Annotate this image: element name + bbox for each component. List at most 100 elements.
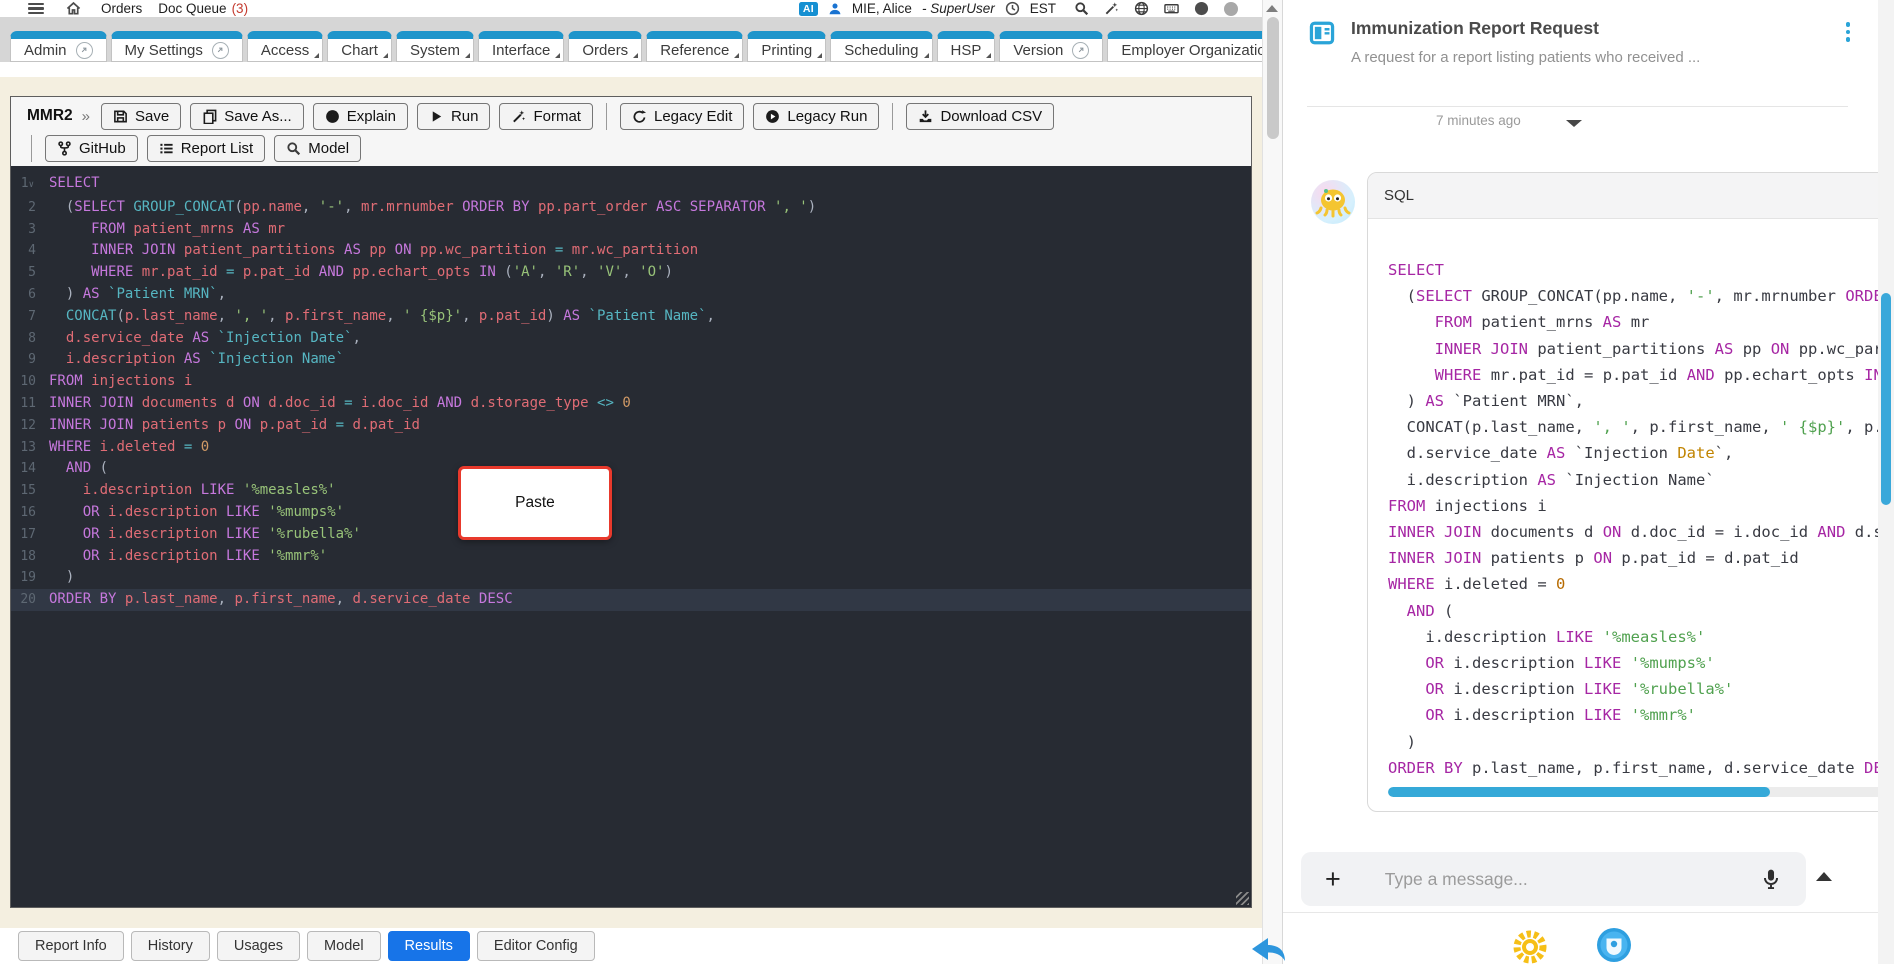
editor-line[interactable]: 7 CONCAT(p.last_name, ', ', p.first_name… — [11, 306, 1251, 328]
chat-code-line: WHERE i.deleted = 0 — [1388, 575, 1566, 594]
editor-line[interactable]: 6 ) AS `Patient MRN`, — [11, 284, 1251, 306]
bottom-tab-history[interactable]: History — [130, 931, 210, 961]
nav-tab-printing[interactable]: Printing — [747, 31, 827, 62]
editor-line[interactable]: 1∨ SELECT — [11, 173, 1251, 197]
editor-line[interactable]: 20 ORDER BY p.last_name, p.first_name, d.… — [11, 589, 1251, 611]
editor-line[interactable]: 4 INNER JOIN patient_partitions AS pp ON… — [11, 240, 1251, 262]
nav-tab-chart[interactable]: Chart — [327, 31, 392, 62]
nav-tab-admin[interactable]: Admin — [10, 31, 107, 62]
nav-tab-label: HSP — [950, 41, 982, 59]
left-pane-scrollbar[interactable] — [1262, 0, 1282, 964]
tab-dropdown-corner-icon — [633, 53, 639, 58]
user-avatar-circle[interactable] — [1224, 1, 1238, 16]
bottom-tab-model[interactable]: Model — [307, 931, 381, 961]
scrollbar-thumb[interactable] — [1266, 17, 1279, 139]
chat-code-line: ) — [1388, 732, 1416, 751]
paste-annotation-button[interactable]: Paste — [458, 466, 612, 540]
breadcrumb-orders[interactable]: Orders — [101, 1, 142, 16]
format-button[interactable]: Format — [499, 102, 593, 130]
bottom-tab-results[interactable]: Results — [387, 931, 470, 961]
external-link-icon[interactable] — [1072, 41, 1090, 59]
editor-line[interactable]: 3 FROM patient_mrns AS mr — [11, 219, 1251, 241]
chat-code-line: i.description LIKE '%measles%' — [1425, 627, 1706, 646]
user-icon — [828, 2, 842, 16]
timestamp-dropdown-icon[interactable] — [1566, 120, 1582, 127]
editor-line[interactable]: 13 WHERE i.deleted = 0 — [11, 437, 1251, 459]
editor-line[interactable]: 15 i.description LIKE '%measles%' — [11, 480, 1251, 502]
model-button[interactable]: Model — [274, 134, 362, 162]
nav-tab-orders[interactable]: Orders — [568, 31, 643, 62]
kebab-menu-icon[interactable] — [1845, 22, 1850, 66]
editor-line[interactable]: 10 FROM injections i — [11, 371, 1251, 393]
editor-line[interactable]: 9 i.description AS `Injection Name` — [11, 349, 1251, 371]
ai-badge[interactable]: AI — [798, 1, 818, 16]
nav-tab-reference[interactable]: Reference — [646, 31, 744, 62]
editor-line[interactable]: 11 INNER JOIN documents d ON d.doc_id = i… — [11, 393, 1251, 415]
nav-tab-system[interactable]: System — [395, 31, 474, 62]
collapse-input-icon[interactable] — [1816, 872, 1832, 881]
editor-line[interactable]: 2 (SELECT GROUP_CONCAT(pp.name, '-', mr.… — [11, 197, 1251, 219]
github-button[interactable]: GitHub — [45, 134, 138, 162]
bottom-tab-report-info[interactable]: Report Info — [18, 931, 124, 961]
scrollbar-up-arrow-icon[interactable] — [1266, 5, 1278, 12]
legacy-run-button[interactable]: Legacy Run — [753, 102, 880, 130]
editor-line[interactable]: 8 d.service_date AS `Injection Date`, — [11, 328, 1251, 350]
editor-line[interactable]: 14 AND ( — [11, 458, 1251, 480]
report-editor-container: MMR2 » Save Save As... i Explain Run Format Le… — [10, 96, 1252, 908]
help-icon[interactable]: ? — [1194, 1, 1209, 16]
keyboard-icon[interactable] — [1164, 1, 1179, 16]
wand-icon[interactable] — [1104, 1, 1119, 16]
bot-avatar — [1311, 180, 1355, 224]
back-arrow-icon[interactable] — [1248, 936, 1292, 964]
globe-icon[interactable] — [1134, 1, 1149, 16]
assistant-logo-icon[interactable] — [1595, 926, 1633, 964]
chat-side-panel: Immunization Report Request A request fo… — [1282, 0, 1894, 964]
nav-tab-employer-organizations[interactable]: Employer Organizations — [1107, 31, 1262, 62]
report-name-chevron[interactable]: » — [82, 108, 90, 125]
sun-gear-logo-icon[interactable] — [1511, 928, 1549, 964]
window-scrollbar-thumb[interactable] — [1881, 293, 1891, 505]
fold-chevron-icon[interactable]: ∨ — [29, 180, 34, 190]
message-input[interactable]: + Type a message... — [1301, 852, 1806, 906]
editor-line[interactable]: 18 OR i.description LIKE '%mmr%' — [11, 546, 1251, 568]
legacy-edit-button[interactable]: Legacy Edit — [619, 102, 745, 130]
attach-plus-button[interactable]: + — [1325, 865, 1341, 893]
line-number: 14 — [20, 461, 36, 477]
editor-resize-handle[interactable] — [1236, 892, 1249, 905]
bottom-tab-editor-config[interactable]: Editor Config — [476, 931, 595, 961]
microphone-icon[interactable] — [1760, 868, 1782, 890]
nav-tab-hsp[interactable]: HSP — [936, 31, 996, 62]
hamburger-menu-icon[interactable] — [28, 2, 44, 15]
save-button[interactable]: Save — [100, 102, 182, 130]
explain-button[interactable]: i Explain — [312, 102, 408, 130]
button-label: Legacy Run — [787, 107, 868, 125]
external-link-icon[interactable] — [75, 41, 93, 59]
nav-tab-access[interactable]: Access — [246, 31, 324, 62]
editor-line[interactable]: 19 ) — [11, 567, 1251, 589]
run-button[interactable]: Run — [416, 102, 491, 130]
nav-tab-interface[interactable]: Interface — [477, 31, 565, 62]
home-icon[interactable] — [66, 1, 81, 16]
breadcrumb-doc-queue[interactable]: Doc Queue — [158, 1, 226, 16]
nav-tab-my-settings[interactable]: My Settings — [110, 31, 243, 62]
editor-line[interactable]: 5 WHERE mr.pat_id = p.pat_id AND pp.echa… — [11, 262, 1251, 284]
editor-line[interactable]: 12 INNER JOIN patients p ON p.pat_id = d.… — [11, 415, 1251, 437]
code-language-label: SQL — [1384, 187, 1415, 204]
line-code: INNER JOIN patient_partitions AS pp ON p… — [91, 242, 699, 259]
bottom-tab-usages[interactable]: Usages — [216, 931, 301, 961]
line-number: 17 — [20, 526, 36, 542]
save-as-button[interactable]: Save As... — [190, 102, 304, 130]
external-link-icon[interactable] — [211, 41, 229, 59]
sql-code-editor[interactable]: 1∨ SELECT 2 (SELECT GROUP_CONCAT(pp.name, … — [11, 166, 1251, 907]
nav-tab-scheduling[interactable]: Scheduling — [830, 31, 933, 62]
download-csv-button[interactable]: Download CSV — [906, 102, 1055, 130]
button-label: Report List — [180, 139, 254, 157]
user-role: - SuperUser — [921, 1, 995, 16]
nav-tab-version[interactable]: Version — [999, 31, 1104, 62]
svg-text:i: i — [331, 113, 334, 123]
report-list-button[interactable]: Report List — [146, 134, 266, 162]
search-icon[interactable] — [1074, 1, 1089, 16]
editor-line[interactable]: 16 OR i.description LIKE '%mumps%' — [11, 502, 1251, 524]
window-scrollbar[interactable] — [1878, 0, 1894, 964]
editor-line[interactable]: 17 OR i.description LIKE '%rubella%' — [11, 524, 1251, 546]
